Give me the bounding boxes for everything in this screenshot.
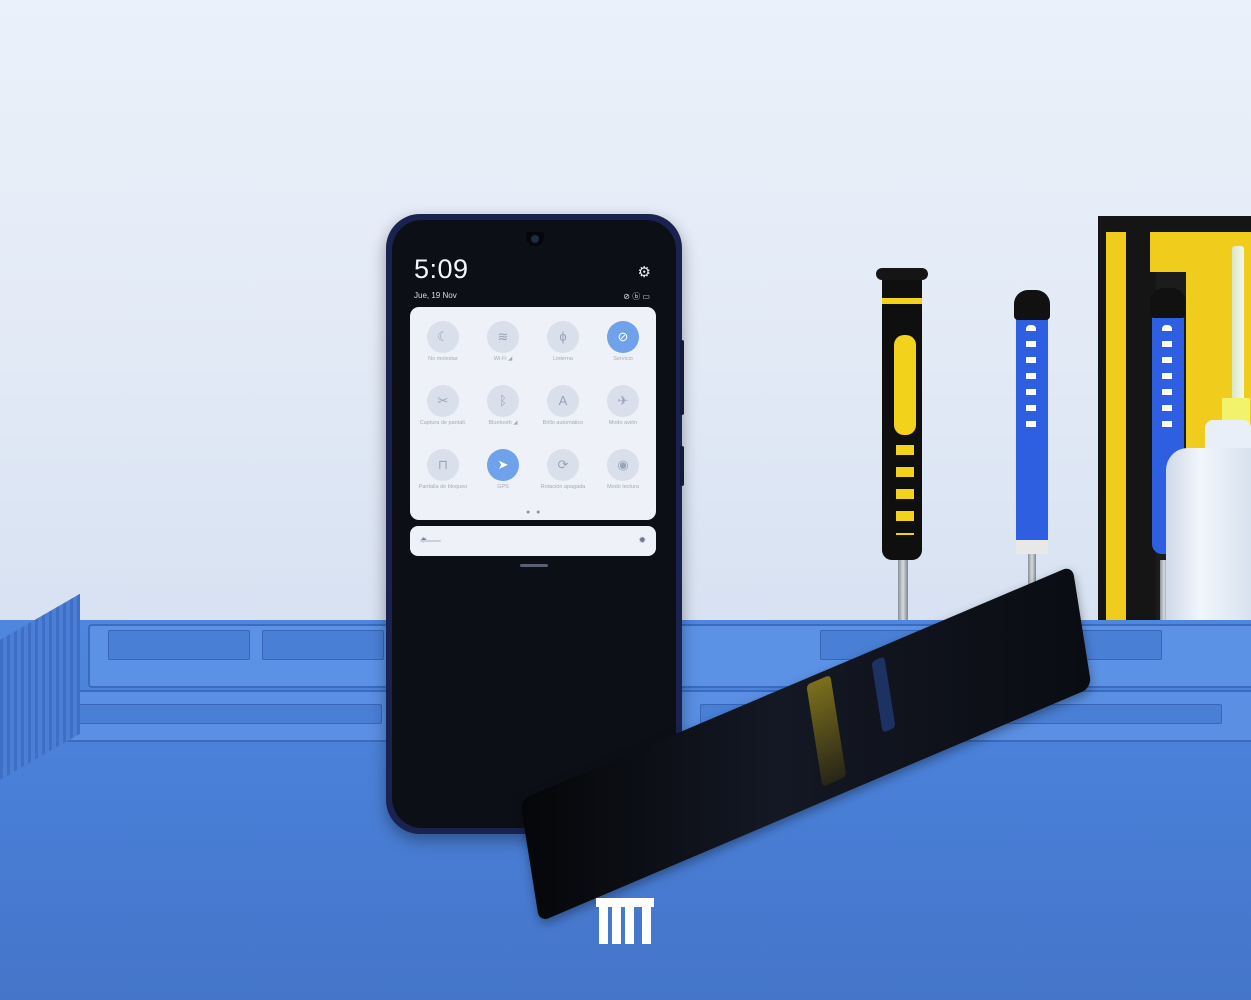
shade-handle[interactable] [520,564,548,567]
power-button [680,446,684,486]
qs-tile-flashlight[interactable]: ϕ Linterna [533,321,593,381]
status-date: Jue, 19 Nov [414,291,457,300]
qs-tile-do-not-disturb[interactable]: ☾ No molestar [413,321,473,381]
phone-screen: 5:09 ⚙ Jue, 19 Nov ⊘ ⓑ ▭ ☾ No molestar ≋… [392,220,676,828]
rotation-icon: ⟳ [547,449,579,481]
status-icons: ⊘ ⓑ ▭ [623,292,650,301]
page-indicator: ● ● [526,509,543,516]
front-camera-notch [526,232,544,246]
qs-tile-reading-mode[interactable]: ◉ Modo lectura [593,449,653,509]
qs-tile-rotation[interactable]: ⟳ Rotación apagada [533,449,593,509]
gear-icon[interactable]: ⚙ [638,263,651,281]
brand-logo [596,898,654,944]
qs-tile-gps[interactable]: ➤ GPS [473,449,533,509]
volume-button [680,340,684,415]
qs-tile-bluetooth[interactable]: ᛒ Bluetooth ◢ [473,385,533,445]
qs-tile-lock-screen[interactable]: ⊓ Pantalla de bloqueo [413,449,473,509]
status-clock: 5:09 [414,254,469,284]
auto-brightness-icon: A [547,385,579,417]
mobile-data-icon: ⊘ [607,321,639,353]
wifi-icon: ≋ [487,321,519,353]
brightness-high-icon: ✹ [638,535,646,545]
qs-tile-wifi[interactable]: ≋ Wi-Fi ◢ [473,321,533,381]
screenshot-icon: ✂ [427,385,459,417]
flashlight-icon: ϕ [547,321,579,353]
lock-icon: ⊓ [427,449,459,481]
mat-slot [60,704,382,724]
qs-tile-airplane[interactable]: ✈ Modo avión [593,385,653,445]
moon-icon: ☾ [427,321,459,353]
brightness-slider[interactable]: ✷ ✹ [410,526,656,556]
quick-settings-panel: ☾ No molestar ≋ Wi-Fi ◢ ϕ Linterna ⊘ Ser… [410,307,656,520]
mat-slot [262,630,384,660]
brightness-fill [420,540,441,542]
location-icon: ➤ [487,449,519,481]
mat-slot [108,630,250,660]
qs-tile-screenshot[interactable]: ✂ Captura de pantall. [413,385,473,445]
standing-phone: 5:09 ⚙ Jue, 19 Nov ⊘ ⓑ ▭ ☾ No molestar ≋… [386,214,682,834]
qs-tile-auto-brightness[interactable]: A Brillo automático [533,385,593,445]
bluetooth-icon: ᛒ [487,385,519,417]
qs-tile-mobile-data[interactable]: ⊘ Servicio [593,321,653,381]
airplane-icon: ✈ [607,385,639,417]
eye-icon: ◉ [607,449,639,481]
